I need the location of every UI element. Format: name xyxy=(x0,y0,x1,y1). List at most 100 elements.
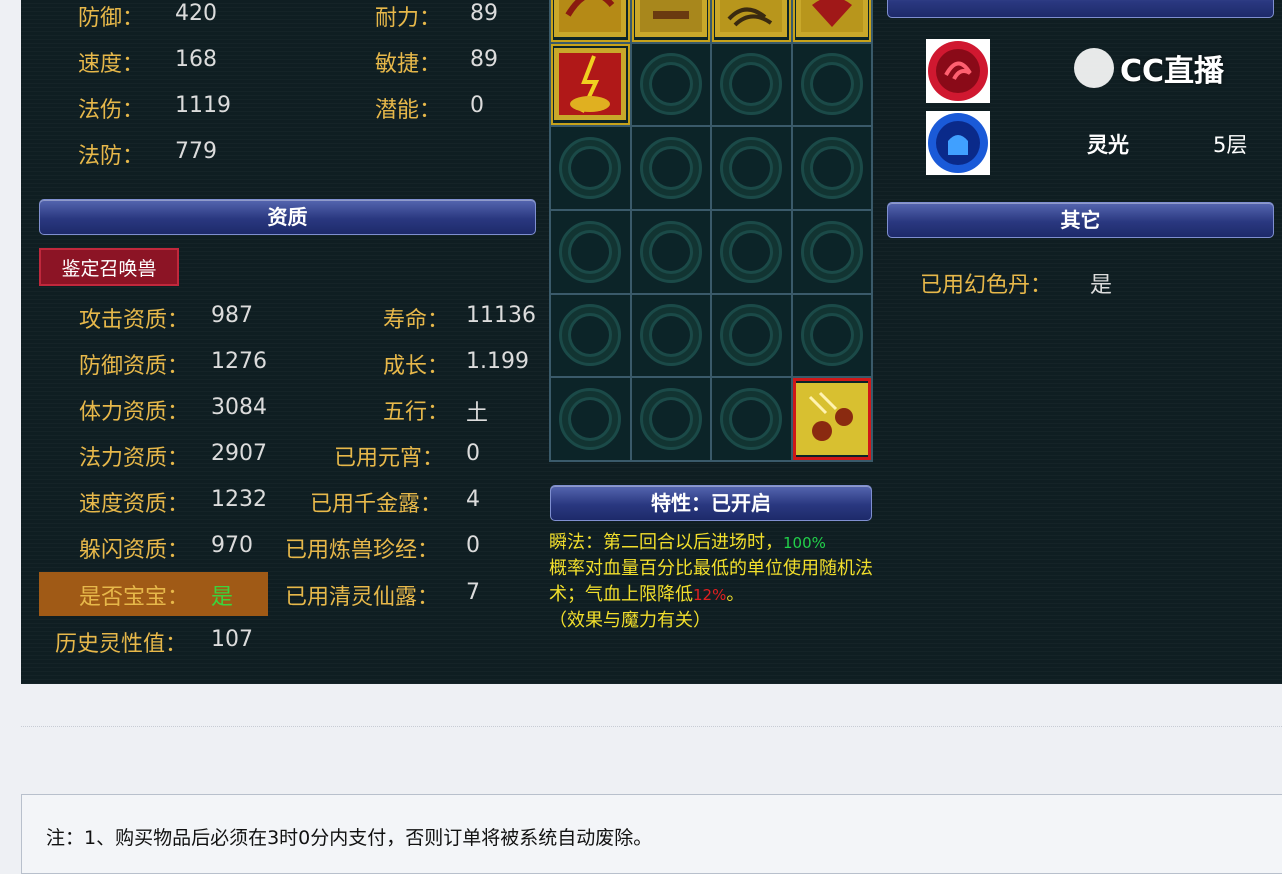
skill-slot[interactable] xyxy=(551,43,630,126)
meteor-skill-icon xyxy=(795,383,868,456)
used-huansedan-label: 已用幻色丹： xyxy=(920,273,1053,298)
skill-slot[interactable] xyxy=(551,0,630,42)
empty-skill-slot xyxy=(792,294,871,377)
skill-grid xyxy=(549,0,873,462)
runes-header: 内丹 xyxy=(887,0,1274,18)
empty-skill-slot xyxy=(712,378,791,460)
stat-label-defense: 防御： xyxy=(78,6,145,31)
footer-note-box: 注：1、购买物品后必须在3时0分内支付，否则订单将被系统自动废除。 xyxy=(21,794,1282,874)
speed-aptitude-label: 速度资质： xyxy=(79,492,190,517)
empty-skill-slot xyxy=(631,294,710,377)
used-lianshouzhenjing-label: 已用炼兽珍经： xyxy=(285,538,440,563)
is-baby-label: 是否宝宝： xyxy=(79,585,190,610)
empty-skill-slot xyxy=(792,43,871,126)
dragon-skill-icon xyxy=(554,0,627,37)
heart-skill-icon xyxy=(795,0,868,37)
defense-aptitude-label: 防御资质： xyxy=(79,354,190,379)
skill-slot[interactable] xyxy=(792,0,871,42)
rune-name-lingguang: 灵光 xyxy=(1087,133,1129,157)
cc-live-watermark: CC直播 xyxy=(1074,46,1224,90)
cc-logo-icon xyxy=(1074,48,1114,88)
used-qianjinlu-label: 已用千金露： xyxy=(310,492,443,517)
empty-skill-slot xyxy=(551,127,630,209)
stat-value-agility: 89 xyxy=(470,47,498,72)
trait-line1: 第二回合以后进场时， xyxy=(603,532,783,553)
used-qinglingxianlu-label: 已用清灵仙露： xyxy=(285,585,440,610)
red-rune-icon xyxy=(928,41,988,101)
rune-skill-icon xyxy=(634,0,707,37)
empty-skill-slot xyxy=(712,127,791,209)
growth-label: 成长： xyxy=(383,354,450,379)
watermark-text: CC直播 xyxy=(1120,54,1225,89)
mana-aptitude-value: 2907 xyxy=(211,441,267,466)
trait-name: 瞬法： xyxy=(549,532,603,553)
stat-value-speed: 168 xyxy=(175,47,217,72)
element-label: 五行： xyxy=(383,400,450,425)
stat-label-magic-defense: 法防： xyxy=(78,144,145,169)
stat-value-defense: 420 xyxy=(175,1,217,26)
stat-label-potential: 潜能： xyxy=(375,98,442,123)
trait-header: 特性：已开启 xyxy=(550,485,872,521)
trait-line2-end: 。 xyxy=(726,584,745,605)
appraise-pet-button[interactable]: 鉴定召唤兽 xyxy=(39,248,179,286)
empty-skill-slot xyxy=(712,294,791,377)
dodge-aptitude-value: 970 xyxy=(211,533,253,558)
growth-value: 1.199 xyxy=(466,349,529,374)
stat-value-endurance: 89 xyxy=(470,1,498,26)
attack-aptitude-label: 攻击资质： xyxy=(79,308,190,333)
used-yuanxiao-value: 0 xyxy=(466,441,480,466)
mana-aptitude-label: 法力资质： xyxy=(79,446,190,471)
empty-skill-slot xyxy=(792,127,871,209)
skill-slot-selected[interactable] xyxy=(792,378,871,460)
spirit-history-value: 107 xyxy=(211,627,253,652)
runes-header-label: 内丹 xyxy=(1061,0,1101,2)
is-baby-value: 是 xyxy=(211,585,234,610)
attack-aptitude-value: 987 xyxy=(211,303,253,328)
stat-label-speed: 速度： xyxy=(78,52,145,77)
footer-note-text: 注：1、购买物品后必须在3时0分内支付，否则订单将被系统自动废除。 xyxy=(46,827,653,849)
lifespan-value: 11136 xyxy=(466,303,536,328)
divider xyxy=(21,726,1282,727)
stat-label-agility: 敏捷： xyxy=(375,52,442,77)
empty-skill-slot xyxy=(551,378,630,460)
hp-aptitude-label: 体力资质： xyxy=(79,400,190,425)
blue-rune-icon xyxy=(928,113,988,173)
empty-skill-slot xyxy=(631,210,710,293)
empty-skill-slot xyxy=(551,294,630,377)
used-qianjinlu-value: 4 xyxy=(466,487,480,512)
empty-skill-slot xyxy=(551,210,630,293)
trait-pct1: 100% xyxy=(783,534,826,552)
aptitude-header: 资质 xyxy=(39,199,536,235)
rune-red[interactable] xyxy=(926,39,990,103)
stat-label-endurance: 耐力： xyxy=(375,6,442,31)
used-lianshouzhenjing-value: 0 xyxy=(466,533,480,558)
spirit-history-label: 历史灵性值： xyxy=(55,632,188,657)
trait-line3: （效果与魔力有关） xyxy=(549,610,711,631)
empty-skill-slot xyxy=(631,378,710,460)
other-header: 其它 xyxy=(887,202,1274,238)
stat-label-magic-damage: 法伤： xyxy=(78,98,145,123)
stat-value-potential: 0 xyxy=(470,93,484,118)
wave-skill-icon xyxy=(715,0,788,37)
used-yuanxiao-label: 已用元宵： xyxy=(334,446,445,471)
empty-skill-slot xyxy=(792,210,871,293)
speed-aptitude-value: 1232 xyxy=(211,487,267,512)
hp-aptitude-value: 3084 xyxy=(211,395,267,420)
trait-description: 瞬法：第二回合以后进场时，100% 概率对血量百分比最低的单位使用随机法术；气血… xyxy=(549,530,879,634)
dodge-aptitude-label: 躲闪资质： xyxy=(79,538,190,563)
lifespan-label: 寿命： xyxy=(383,308,450,333)
rune-blue[interactable] xyxy=(926,111,990,175)
skill-slot[interactable] xyxy=(631,0,710,42)
rune-level-lingguang: 5层 xyxy=(1213,133,1248,157)
skill-slot[interactable] xyxy=(712,0,791,42)
empty-skill-slot xyxy=(631,43,710,126)
used-huansedan-value: 是 xyxy=(1090,273,1113,298)
stat-value-magic-damage: 1119 xyxy=(175,93,231,118)
stat-value-magic-defense: 779 xyxy=(175,139,217,164)
lightning-skill-icon xyxy=(554,48,627,121)
defense-aptitude-value: 1276 xyxy=(211,349,267,374)
empty-skill-slot xyxy=(712,210,791,293)
trait-pct2: 12% xyxy=(693,586,727,604)
element-value: 土 xyxy=(466,401,489,426)
used-qinglingxianlu-value: 7 xyxy=(466,580,480,605)
